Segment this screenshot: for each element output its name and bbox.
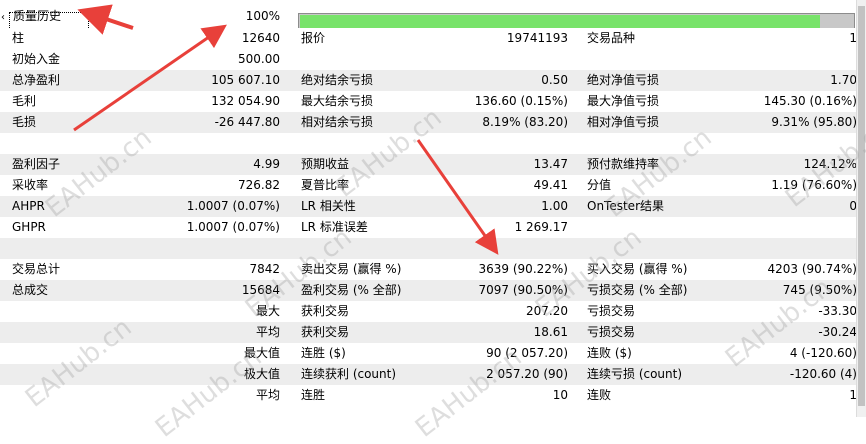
history-quality-row: ‹ 质量历史 100% (0, 6, 856, 30)
report-row: 盈利因子 4.99 预期收益 13.47 预付款维持率 124.12% (0, 154, 857, 175)
stat-value: 10 (552, 388, 568, 402)
stat-value: 124.12% (803, 157, 857, 171)
report-row: 极大值 连续获利 (count) 2 057.20 (90) 连续亏损 (count)… (0, 364, 857, 385)
stat-value: 平均 (255, 325, 280, 339)
stat-value: 90 (2 057.20) (486, 346, 568, 360)
stat-value: 极大值 (243, 367, 280, 381)
history-quality-label: 质量历史 (13, 9, 62, 23)
stat-label (12, 238, 152, 259)
backtest-report: ‹ 质量历史 100% 柱 12640 报价 19741193 交易品种 1 初始入金 500… (0, 0, 866, 444)
report-row: 最大值 连胜 ($) 90 (2 057.20) 连败 ($) 4 (-120.60) (0, 343, 857, 364)
stat-value: 1 (849, 388, 857, 402)
stat-value: 145.30 (0.16%) (763, 94, 857, 108)
stat-value: 4 (-120.60) (789, 346, 857, 360)
report-row: 总净盈利 105 607.10 绝对结余亏损 0.50 绝对净值亏损 1.70 (0, 70, 857, 91)
stat-value: 7097 (90.50%) (478, 283, 568, 297)
stat-value: 18.61 (533, 325, 568, 339)
stat-label (12, 385, 152, 406)
stat-label (12, 343, 152, 364)
report-row: 最大 获利交易 207.20 亏损交易 -33.30 (0, 301, 857, 322)
stat-value: 745 (9.50%) (782, 283, 857, 297)
report-row (0, 133, 856, 154)
stat-label: 初始入金 (12, 52, 61, 66)
stat-value: 1.19 (76.60%) (771, 178, 857, 192)
stat-value: 0 (849, 199, 857, 213)
stat-value: 最大值 (243, 346, 280, 360)
stat-label: GHPR (12, 220, 46, 234)
stat-label (12, 133, 152, 154)
stat-value: -120.60 (4) (789, 367, 857, 381)
report-row: GHPR 1.0007 (0.07%) LR 标准误差 1 269.17 (0, 217, 856, 238)
stat-label: 采收率 (12, 178, 49, 192)
stat-value: -33.30 (818, 304, 857, 318)
scrollbar-thumb[interactable] (858, 6, 865, 406)
stat-value: 1.0007 (0.07%) (186, 199, 280, 213)
report-row: 平均 连胜 10 连败 1 (0, 385, 857, 406)
stat-value: 平均 (255, 388, 280, 402)
stat-value (720, 238, 857, 259)
stat-value: 105 607.10 (211, 73, 280, 87)
stat-label: 毛损 (12, 115, 37, 129)
report-row: 初始入金 500.00 (0, 49, 856, 70)
stat-value: 136.60 (0.15%) (474, 94, 568, 108)
stat-label: 盈利因子 (12, 157, 61, 171)
stat-value: 4203 (90.74%) (767, 262, 857, 276)
stat-value: 2 057.20 (90) (486, 367, 568, 381)
history-quality-percent: 100% (245, 9, 280, 23)
stat-value: 12640 (241, 31, 280, 45)
stat-label: AHPR (12, 199, 45, 213)
stat-value (720, 133, 857, 154)
stat-value: 0.50 (541, 73, 568, 87)
stat-label (12, 322, 152, 343)
collapse-toggle-icon[interactable]: ‹ (1, 13, 5, 23)
stat-value: 726.82 (238, 178, 280, 192)
stat-label (12, 364, 152, 385)
report-row (0, 238, 856, 259)
stat-value: 8.19% (83.20) (482, 115, 568, 129)
stat-value: -26 447.80 (214, 115, 280, 129)
history-quality-progress-fill (300, 15, 820, 28)
report-row: 毛损 -26 447.80 相对结余亏损 8.19% (83.20) 相对净值亏损 9.3… (0, 112, 857, 133)
stat-value: 1.70 (830, 73, 857, 87)
report-row: AHPR 1.0007 (0.07%) LR 相关性 1.00 OnTester结果 0 (0, 196, 857, 217)
stat-value: 最大 (255, 304, 280, 318)
stat-label: 柱 (12, 31, 25, 45)
vertical-scrollbar[interactable] (856, 0, 866, 417)
stat-label: 毛利 (12, 94, 37, 108)
stat-value (720, 217, 857, 238)
report-row: 柱 12640 报价 19741193 交易品种 1 (0, 28, 857, 49)
stat-value: 207.20 (526, 304, 568, 318)
stat-value: 1 (849, 31, 857, 45)
stat-value: 7842 (249, 262, 280, 276)
stat-value: 4.99 (253, 157, 280, 171)
report-row: 毛利 132 054.90 最大结余亏损 136.60 (0.15%) 最大净值亏损 14… (0, 91, 857, 112)
stat-value: 19741193 (506, 31, 568, 45)
stat-value: 49.41 (533, 178, 568, 192)
stat-value: 132 054.90 (211, 94, 280, 108)
stat-value: 1 269.17 (514, 220, 568, 234)
report-row: 采收率 726.82 夏普比率 49.41 分值 1.19 (76.60%) (0, 175, 857, 196)
stat-value (440, 238, 568, 259)
stat-value (150, 133, 280, 154)
stat-label: 总净盈利 (12, 73, 61, 87)
stat-label: 总成交 (12, 283, 49, 297)
stat-value (720, 49, 857, 70)
report-row: 总成交 15684 盈利交易 (% 全部) 7097 (90.50%) 亏损交易 (% … (0, 280, 857, 301)
stat-value: 1.0007 (0.07%) (186, 220, 280, 234)
report-row: 平均 获利交易 18.61 亏损交易 -30.24 (0, 322, 857, 343)
stat-value: 500.00 (238, 52, 280, 66)
stat-value: 3639 (90.22%) (478, 262, 568, 276)
report-row: 交易总计 7842 卖出交易 (赢得 %) 3639 (90.22%) 买入交易 (赢得… (0, 259, 857, 280)
stat-value: 1.00 (541, 199, 568, 213)
stat-label (12, 301, 152, 322)
stat-value (440, 49, 568, 70)
stat-value: 9.31% (95.80) (771, 115, 857, 129)
stat-label: 交易总计 (12, 262, 61, 276)
stat-value: 13.47 (533, 157, 568, 171)
stat-value: -30.24 (818, 325, 857, 339)
stat-value: 15684 (241, 283, 280, 297)
stat-value (150, 238, 280, 259)
stat-value (440, 133, 568, 154)
